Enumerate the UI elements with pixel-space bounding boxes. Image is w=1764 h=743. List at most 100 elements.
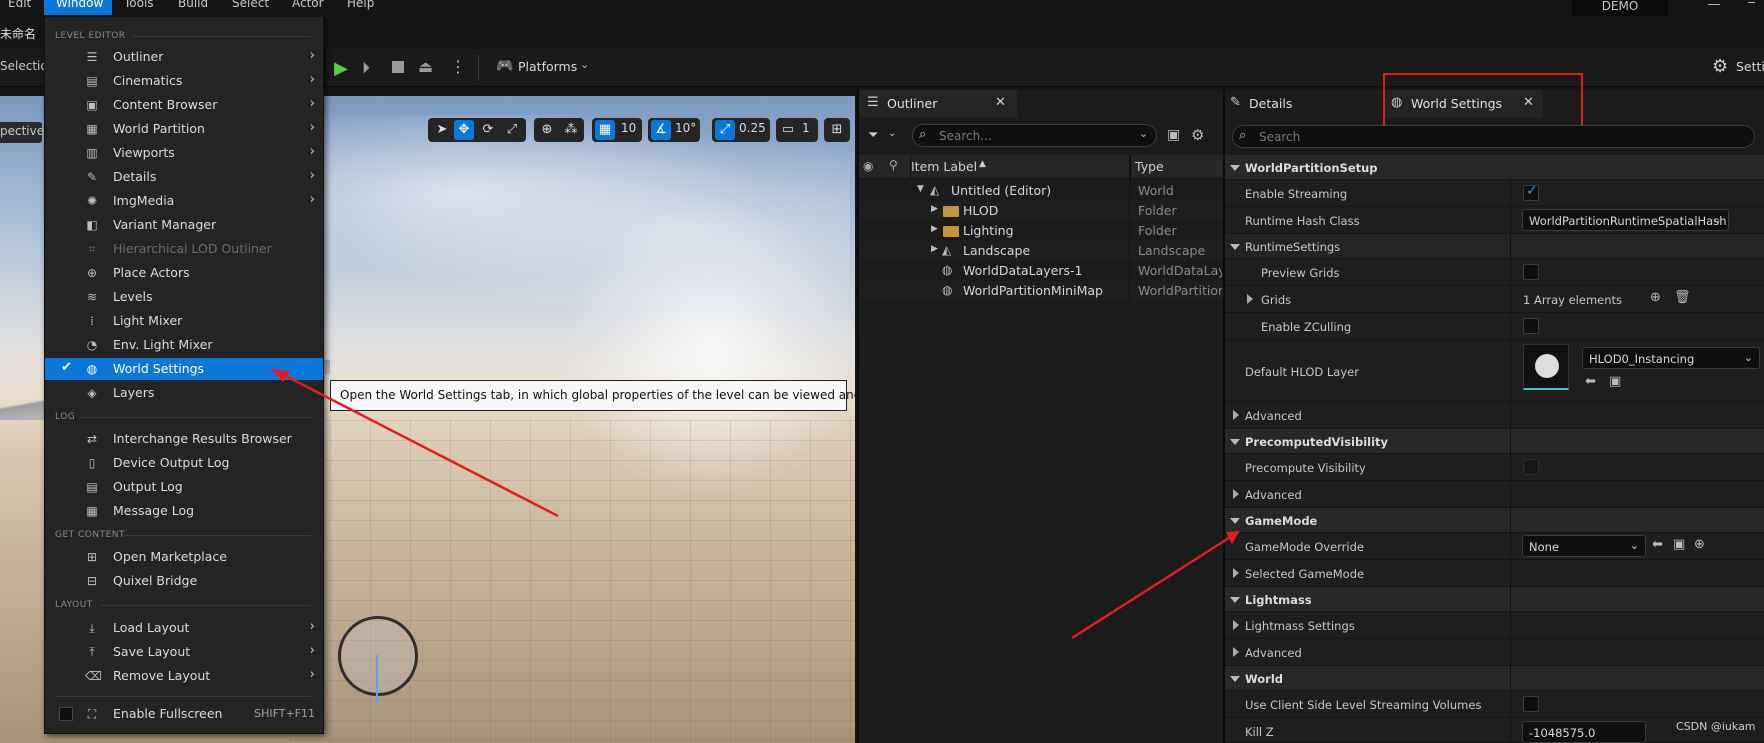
use-selected-icon[interactable]: ⬅ [1585, 374, 1596, 389]
menu-item-world-partition[interactable]: ▦ World Partition › [45, 118, 323, 140]
close-icon[interactable]: ✕ [995, 95, 1006, 110]
settings-gear-icon[interactable]: ⚙ [1712, 56, 1728, 77]
outliner-row[interactable]: ▶ ◭ Landscape Landscape [859, 241, 1223, 261]
menu-item-layers[interactable]: ◈ Layers [45, 382, 323, 404]
use-selected-icon[interactable]: ⬅ [1652, 537, 1663, 552]
browse-icon[interactable]: ▣ [1673, 537, 1685, 552]
surface-snap-icon[interactable]: ⁂ [561, 120, 581, 140]
client-side-streaming-checkbox[interactable] [1523, 696, 1539, 712]
menu-item-quixel-bridge[interactable]: ⊟ Quixel Bridge [45, 570, 323, 592]
gear-icon[interactable]: ⚙ [1191, 126, 1204, 144]
precompute-visibility-checkbox[interactable] [1523, 459, 1539, 475]
transform-gizmo-icon[interactable] [338, 616, 418, 696]
category-lightmass[interactable]: Lightmass [1225, 587, 1764, 612]
add-folder-icon[interactable]: ▣ [1167, 127, 1180, 143]
category-advanced-2[interactable]: Advanced [1225, 481, 1764, 508]
selection-mode-button[interactable]: Selectio [0, 59, 48, 73]
category-world-partition-setup[interactable]: WorldPartitionSetup [1225, 155, 1764, 180]
menu-edit[interactable]: Edit [8, 0, 31, 10]
enable-zculling-checkbox[interactable] [1523, 318, 1539, 334]
expand-icon[interactable] [1247, 294, 1253, 304]
menu-item-viewports[interactable]: ▥ Viewports › [45, 142, 323, 164]
menu-actor[interactable]: Actor [292, 0, 324, 10]
menu-item-variant-manager[interactable]: ◧ Variant Manager [45, 214, 323, 236]
rotate-tool-icon[interactable]: ⟳ [478, 120, 498, 140]
filter-icon[interactable]: ⏷ [868, 128, 878, 143]
menu-build[interactable]: Build [178, 0, 208, 10]
eject-icon[interactable]: ⏏ [418, 57, 433, 76]
delete-icon[interactable]: 🗑 [1674, 290, 1691, 305]
details-search-input[interactable]: ⌕ Search [1232, 125, 1755, 148]
menu-item-load-layout[interactable]: ⤓ Load Layout › [45, 617, 323, 639]
outliner-row[interactable]: ◍ WorldPartitionMiniMap WorldPartition [859, 281, 1223, 301]
category-advanced-3[interactable]: Advanced [1225, 639, 1764, 666]
category-advanced-1[interactable]: Advanced [1225, 402, 1764, 429]
menu-item-remove-layout[interactable]: ⌫ Remove Layout › [45, 665, 323, 687]
menu-item-cinematics[interactable]: ▤ Cinematics › [45, 70, 323, 92]
rotation-snap-icon[interactable]: ∡ [651, 120, 671, 140]
outliner-row[interactable]: ▼ ◭ Untitled (Editor) World [859, 181, 1223, 201]
minimize-icon[interactable] [1708, 4, 1720, 5]
kill-z-input[interactable]: -1048575.0 [1522, 721, 1646, 743]
perspective-button[interactable]: pective [0, 122, 44, 143]
prop-selected-gamemode[interactable]: Selected GameMode [1225, 560, 1764, 587]
hlod-thumbnail[interactable] [1523, 344, 1569, 390]
menu-item-light-mixer[interactable]: ⁞ Light Mixer [45, 310, 323, 332]
menu-item-levels[interactable]: ≋ Levels [45, 286, 323, 308]
add-icon[interactable]: ⊕ [1694, 537, 1705, 552]
expand-right-icon[interactable]: ▶ [931, 244, 938, 254]
category-precomputed-visibility[interactable]: PrecomputedVisibility [1225, 429, 1764, 454]
grid-snap-icon[interactable]: ▦ [595, 120, 615, 140]
menu-select[interactable]: Select [232, 0, 269, 10]
grid-snap-value[interactable]: 10 [621, 121, 636, 135]
expand-down-icon[interactable]: ▼ [917, 184, 924, 194]
menu-item-imgmedia[interactable]: ✺ ImgMedia › [45, 190, 323, 212]
menu-item-device-output-log[interactable]: ▯ Device Output Log [45, 452, 323, 474]
tab-details[interactable]: Details [1249, 96, 1292, 111]
col-item-label[interactable]: Item Label [911, 159, 977, 174]
rotation-snap-value[interactable]: 10° [675, 121, 696, 135]
menu-help[interactable]: Help [347, 0, 374, 10]
fullscreen-checkbox[interactable] [59, 707, 73, 721]
outliner-row[interactable]: ◍ WorldDataLayers-1 WorldDataLay [859, 261, 1223, 281]
play-icon[interactable]: ▶ [334, 58, 348, 79]
world-space-icon[interactable]: ⊕ [537, 120, 557, 140]
stop-icon[interactable] [392, 61, 404, 73]
menu-item-message-log[interactable]: ▦ Message Log [45, 500, 323, 522]
enable-streaming-checkbox[interactable] [1523, 183, 1539, 201]
menu-item-interchange-results[interactable]: ⇄ Interchange Results Browser [45, 428, 323, 450]
menu-item-outliner[interactable]: ☰ Outliner › [45, 46, 323, 68]
menu-tools[interactable]: Tools [124, 0, 154, 10]
viewport-layout-icon[interactable]: ⊞ [827, 120, 847, 140]
outliner-row[interactable]: ▶ Lighting Folder [859, 221, 1223, 241]
expand-right-icon[interactable]: ▶ [931, 204, 938, 214]
menu-item-env-light-mixer[interactable]: ◔ Env. Light Mixer [45, 334, 323, 356]
menu-item-content-browser[interactable]: ▣ Content Browser › [45, 94, 323, 116]
select-tool-icon[interactable]: ➤ [432, 120, 452, 140]
category-gamemode[interactable]: GameMode [1225, 508, 1764, 533]
menu-window[interactable]: Window [44, 0, 112, 15]
browse-icon[interactable]: ▣ [1609, 374, 1621, 389]
menu-item-save-layout[interactable]: ⤒ Save Layout › [45, 641, 323, 663]
tab-outliner[interactable]: ☰ Outliner ✕ [859, 90, 1017, 117]
pin-icon[interactable]: ⚲ [889, 158, 898, 172]
runtime-hash-class-dropdown[interactable]: WorldPartitionRuntimeSpatialHash ⌄ [1522, 209, 1729, 231]
platforms-button[interactable]: Platforms [518, 59, 577, 74]
camera-icon[interactable]: ▭ [778, 120, 798, 140]
col-type[interactable]: Type [1135, 159, 1164, 174]
prop-lightmass-settings[interactable]: Lightmass Settings [1225, 612, 1764, 639]
eye-icon[interactable]: ◉ [863, 159, 873, 173]
gamemode-override-dropdown[interactable]: None ⌄ [1522, 535, 1646, 557]
menu-item-world-settings[interactable]: ✔ ◍ World Settings [45, 358, 323, 380]
menu-item-output-log[interactable]: ▤ Output Log [45, 476, 323, 498]
menu-item-open-marketplace[interactable]: ⊞ Open Marketplace [45, 546, 323, 568]
outliner-search-input[interactable]: ⌕ Search... ⌄ [912, 124, 1157, 147]
menu-item-details[interactable]: ✎ Details › [45, 166, 323, 188]
scale-snap-icon[interactable]: ⤢ [715, 120, 735, 140]
category-runtime-settings[interactable]: RuntimeSettings [1225, 234, 1764, 259]
menu-item-place-actors[interactable]: ⊕ Place Actors [45, 262, 323, 284]
settings-label[interactable]: Setti [1736, 59, 1764, 74]
add-element-icon[interactable]: ⊕ [1650, 290, 1661, 305]
expand-right-icon[interactable]: ▶ [931, 224, 938, 234]
preview-grids-checkbox[interactable] [1523, 264, 1539, 280]
